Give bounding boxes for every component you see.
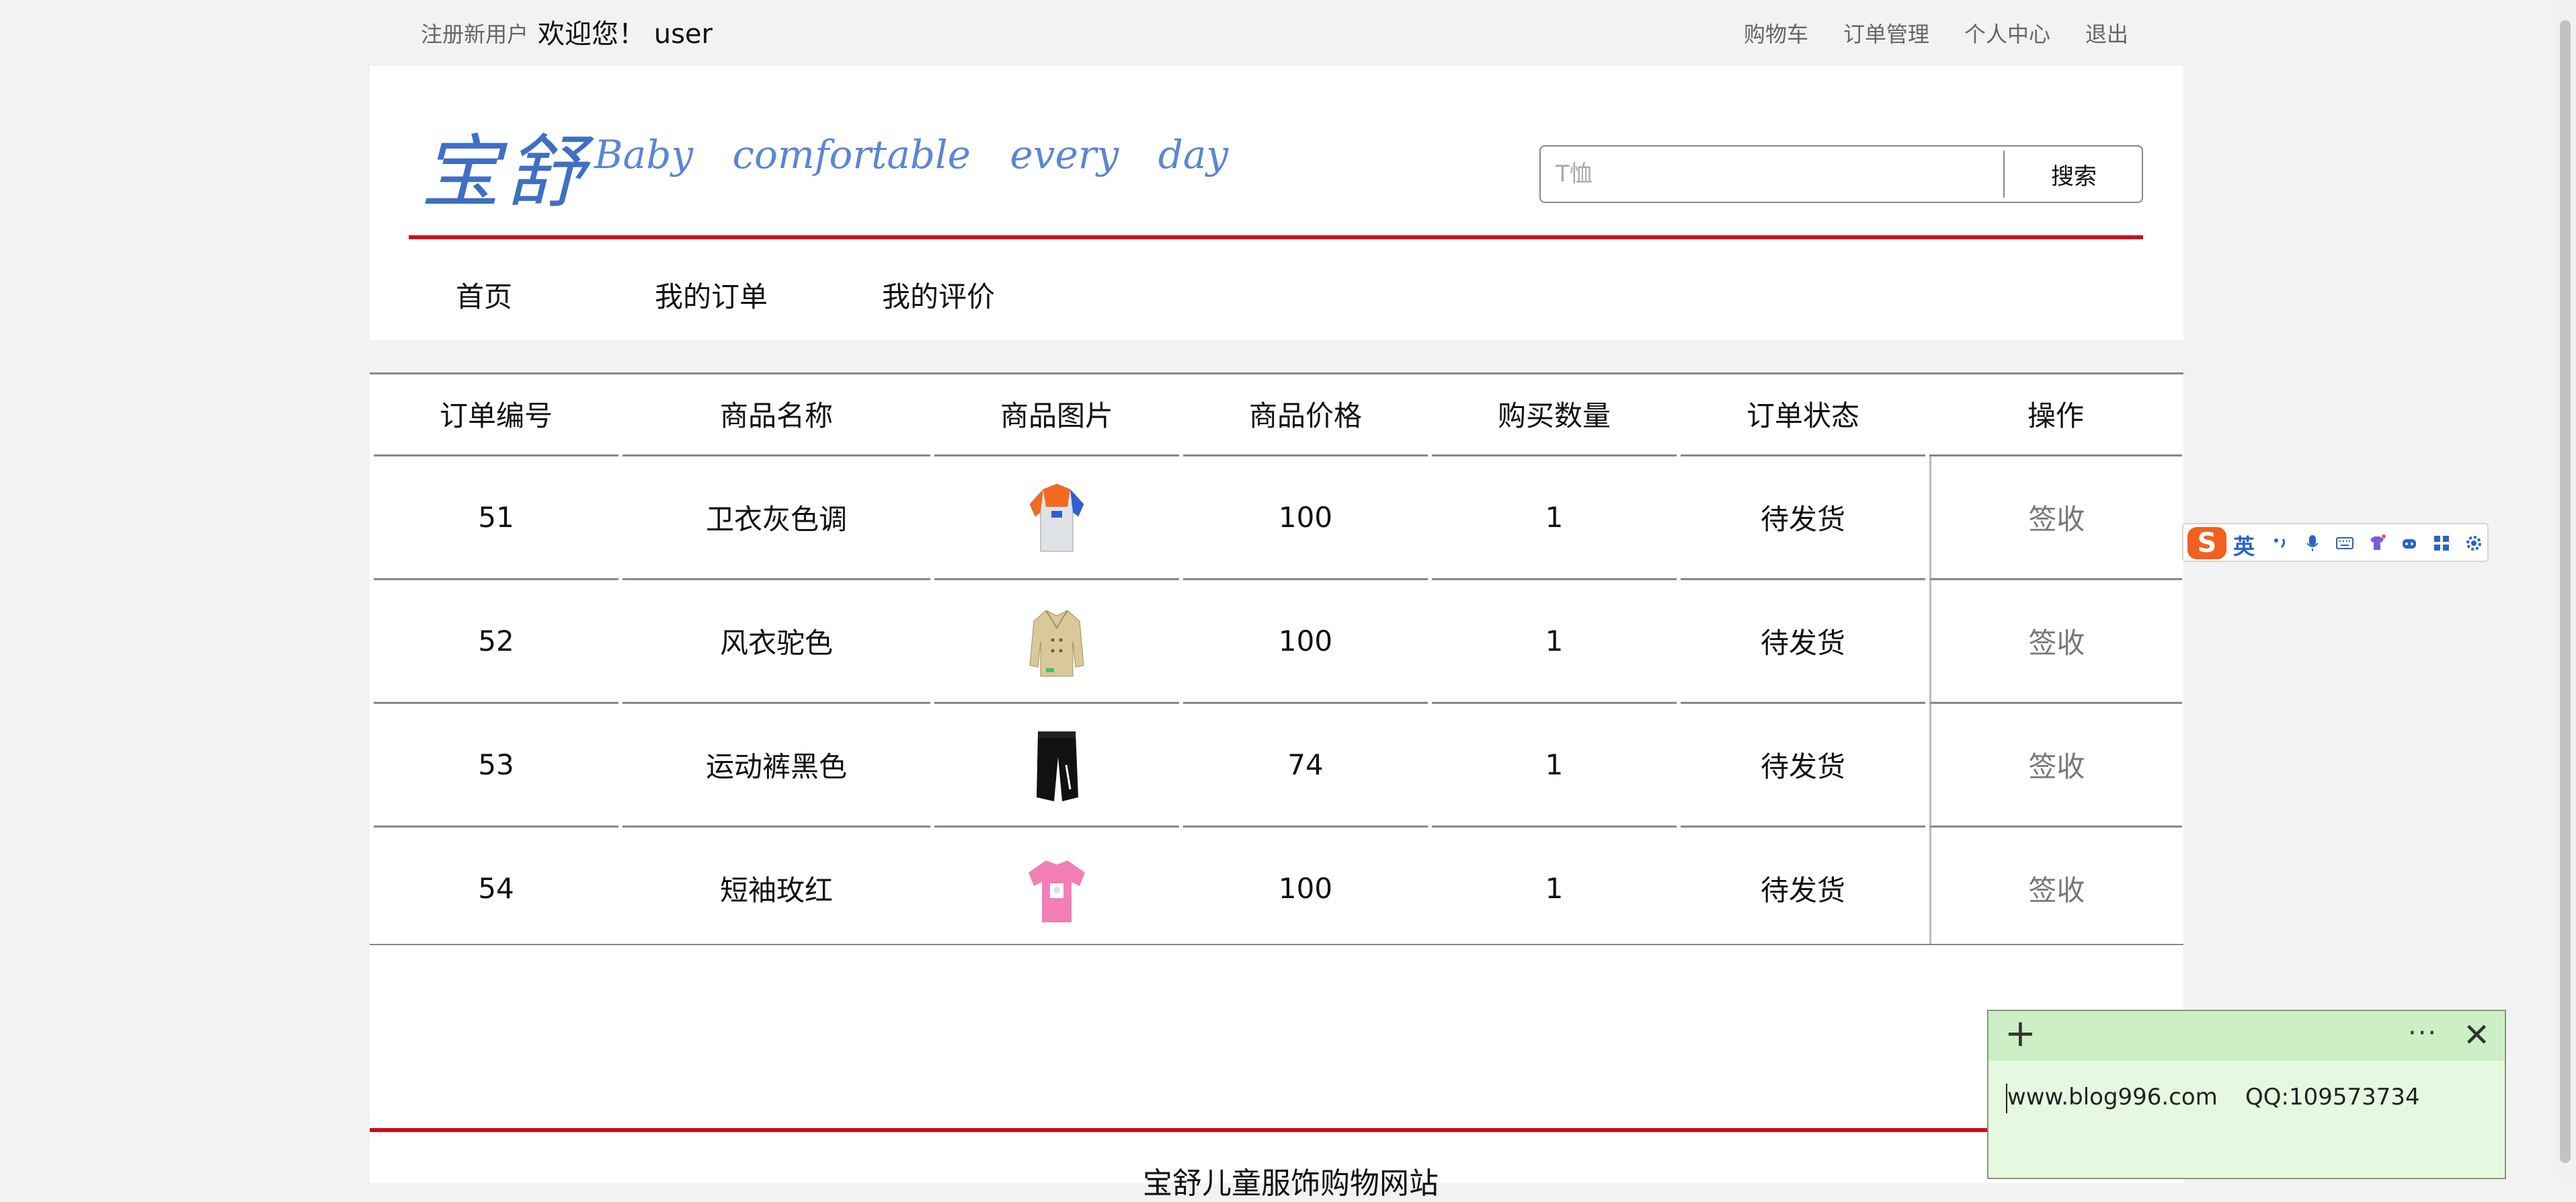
ime-mode-toggle[interactable]: 英: [2233, 530, 2255, 561]
note-qq-text[interactable]: QQ:109573734: [2245, 1084, 2420, 1111]
toolbox-grid-icon[interactable]: [2432, 534, 2451, 553]
punctuation-icon[interactable]: [2271, 534, 2290, 553]
search-input[interactable]: [1541, 147, 2003, 202]
keyboard-icon[interactable]: [2335, 534, 2354, 553]
welcome-text: 欢迎您！ user: [538, 19, 713, 50]
order-id: 53: [374, 704, 618, 828]
purchase-quantity: 1: [1545, 872, 1564, 905]
search-box: 搜索: [1539, 145, 2143, 203]
nav-home[interactable]: 首页: [456, 274, 512, 315]
product-image-cell: [934, 828, 1179, 949]
product-name: 运动裤黑色: [622, 704, 930, 828]
product-price: 74: [1183, 704, 1428, 828]
product-price: 100: [1278, 872, 1333, 905]
orders-panel: 订单编号 商品名称 商品图片 商品价格 购买数量 订单状态 操作 51 卫衣灰色…: [370, 372, 2183, 949]
cart-link[interactable]: 购物车: [1744, 17, 1808, 48]
register-link[interactable]: 注册新用户: [421, 17, 528, 48]
scrollbar-thumb[interactable]: [2560, 20, 2571, 1163]
top-bar: 注册新用户 欢迎您！ user 购物车 订单管理 个人中心 退出: [0, 0, 2554, 65]
header-price: 商品价格: [1183, 372, 1428, 456]
product-name: 卫衣灰色调: [622, 456, 930, 580]
ime-toolbar[interactable]: S 英: [2182, 523, 2489, 562]
logo[interactable]: 宝舒: [421, 108, 590, 223]
product-image-tshirt[interactable]: [1023, 848, 1090, 929]
footer-text: 宝舒儿童服饰购物网站: [1143, 1166, 1439, 1201]
order-id: 52: [374, 580, 618, 704]
note-website-text[interactable]: www.blog996.com: [2007, 1084, 2218, 1111]
order-status: 待发货: [1681, 704, 1925, 828]
product-image-cell: [934, 580, 1179, 704]
order-id: 51: [374, 456, 618, 580]
personal-center-link[interactable]: 个人中心: [1964, 17, 2050, 48]
footer-divider: [370, 1128, 2183, 1132]
purchase-quantity: 1: [1432, 456, 1677, 580]
action-cell: 签收: [1929, 580, 2182, 704]
sign-receipt-button[interactable]: 签收: [2028, 627, 2085, 659]
action-cell: 签收: [1929, 456, 2182, 580]
microphone-icon[interactable]: [2303, 534, 2322, 553]
logout-link[interactable]: 退出: [2085, 17, 2128, 48]
sticky-note-window[interactable]: + ··· ✕ www.blog996.com QQ:109573734: [1987, 1010, 2506, 1179]
vertical-scrollbar[interactable]: [2554, 0, 2576, 1183]
table-row: 53 运动裤黑色 74 1 待发货 签收: [374, 704, 2182, 828]
site-header: 宝舒 Baby comfortable every day 搜索 首页 我的订单…: [370, 66, 2183, 340]
order-status: 待发货: [1681, 456, 1925, 580]
search-button[interactable]: 搜索: [2005, 147, 2143, 202]
product-image-hoodie[interactable]: [1023, 477, 1090, 558]
top-nav: 购物车 订单管理 个人中心 退出: [1744, 17, 2128, 48]
orders-table: 订单编号 商品名称 商品图片 商品价格 购买数量 订单状态 操作 51 卫衣灰色…: [370, 372, 2186, 949]
table-header-row: 订单编号 商品名称 商品图片 商品价格 购买数量 订单状态 操作: [374, 372, 2182, 456]
logo-slogan: Baby comfortable every day: [594, 132, 1229, 177]
site-footer: 宝舒儿童服饰购物网站: [370, 945, 2183, 1201]
header-order-id: 订单编号: [374, 372, 618, 456]
action-cell: 签收: [1929, 704, 2182, 828]
order-status: 待发货: [1760, 874, 1845, 907]
skin-icon[interactable]: [2368, 534, 2386, 553]
product-price: 100: [1183, 456, 1428, 580]
sign-receipt-button[interactable]: 签收: [2028, 503, 2085, 536]
product-price: 100: [1183, 580, 1428, 704]
product-name: 风衣驼色: [622, 580, 930, 704]
header-product-image: 商品图片: [934, 372, 1179, 456]
new-note-plus-icon[interactable]: +: [2005, 1015, 2036, 1053]
purchase-quantity: 1: [1432, 704, 1677, 828]
action-cell: 签收: [1929, 828, 2182, 949]
table-row: 54 短袖玫红 100 1 待发货 签收: [374, 828, 2182, 949]
sogou-logo-icon[interactable]: S: [2187, 527, 2226, 559]
sign-receipt-button[interactable]: 签收: [2028, 874, 2085, 907]
nav-my-reviews[interactable]: 我的评价: [882, 274, 995, 315]
header-status: 订单状态: [1681, 372, 1925, 456]
table-row: 51 卫衣灰色调 100 1 待发货 签收: [374, 456, 2182, 580]
sticky-note-titlebar[interactable]: + ··· ✕: [1988, 1011, 2505, 1061]
nav-my-orders[interactable]: 我的订单: [655, 274, 768, 315]
product-image-trench-coat[interactable]: [1023, 601, 1090, 682]
order-id: 54: [478, 872, 514, 905]
header-divider: [409, 235, 2143, 239]
product-image-sport-pants[interactable]: [1023, 725, 1090, 805]
header-quantity: 购买数量: [1432, 372, 1677, 456]
settings-gear-icon[interactable]: [2464, 534, 2483, 553]
product-image-cell: [934, 456, 1179, 580]
sign-receipt-button[interactable]: 签收: [2028, 750, 2085, 783]
purchase-quantity: 1: [1432, 580, 1677, 704]
header-action: 操作: [1929, 372, 2182, 456]
main-nav: 首页 我的订单 我的评价: [370, 274, 2183, 315]
order-management-link[interactable]: 订单管理: [1843, 17, 1929, 48]
close-icon[interactable]: ✕: [2463, 1016, 2490, 1054]
product-name: 短袖玫红: [719, 874, 833, 907]
header-product-name: 商品名称: [622, 372, 930, 456]
robot-icon[interactable]: [2400, 534, 2419, 553]
table-row: 52 风衣驼色 100 1 待发货 签收: [374, 580, 2182, 704]
product-image-cell: [934, 704, 1179, 828]
order-status: 待发货: [1681, 580, 1925, 704]
more-options-icon[interactable]: ···: [2408, 1018, 2438, 1049]
